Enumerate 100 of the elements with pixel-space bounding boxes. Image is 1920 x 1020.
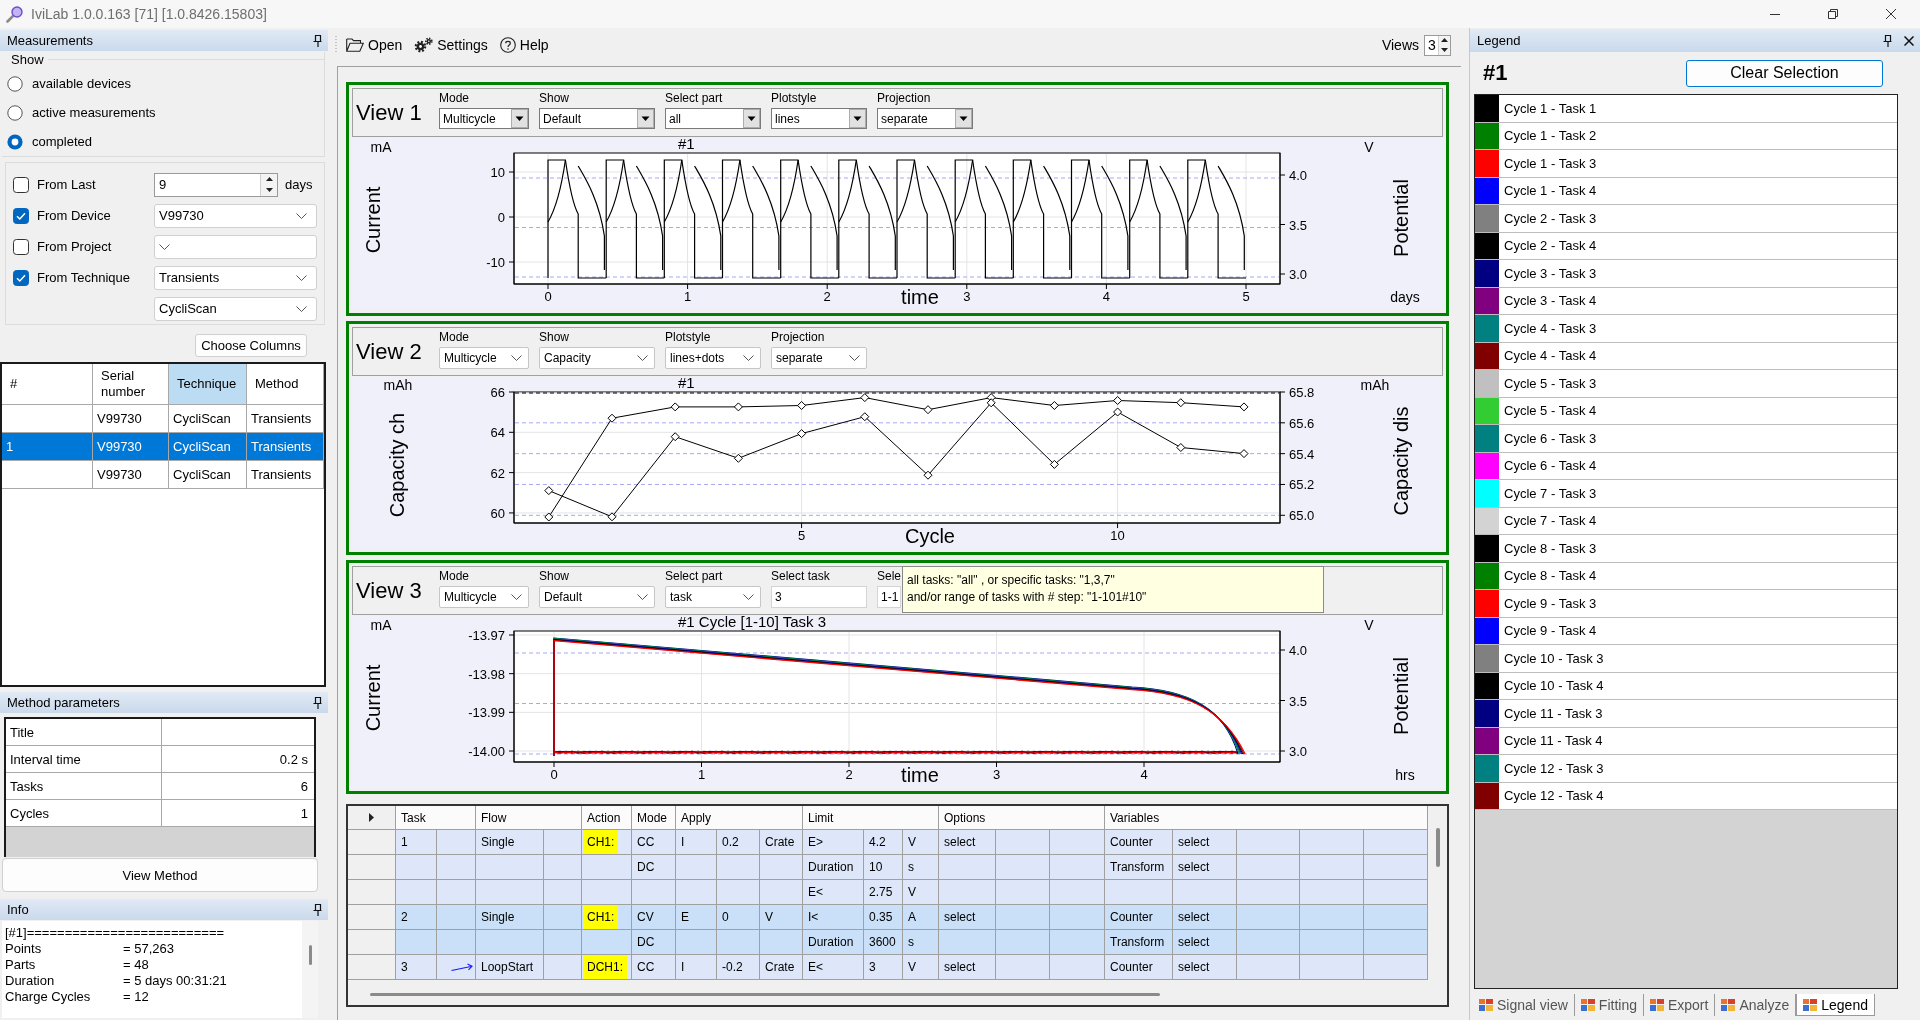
pin-icon[interactable] [313,903,322,916]
legend-item[interactable]: Cycle 4 - Task 4 [1475,342,1897,370]
table-cell: 3 [864,955,903,980]
legend-item[interactable]: Cycle 12 - Task 4 [1475,782,1897,810]
axis-title: Potential [1390,657,1412,735]
checkbox[interactable] [13,207,29,224]
dropdown[interactable]: CycliScan [154,296,317,321]
scrollbar-thumb[interactable] [308,945,312,965]
dropdown[interactable]: task [665,586,761,608]
scrollbar-track[interactable] [302,921,318,1018]
text-field[interactable]: 3 [771,586,867,608]
data-point [1239,449,1249,459]
tick-label: 65.0 [1289,508,1315,524]
column-header[interactable]: # [2,364,93,405]
legend-item[interactable]: Cycle 9 - Task 3 [1475,590,1897,618]
dropdown[interactable]: Transients [154,265,317,290]
dropdown[interactable]: all [665,108,761,129]
choose-columns-button[interactable]: Choose Columns [195,334,307,357]
tab[interactable]: Fitting [1574,994,1644,1016]
legend-item[interactable]: Cycle 7 - Task 4 [1475,507,1897,535]
legend-item[interactable]: Cycle 6 - Task 3 [1475,425,1897,453]
dropdown[interactable]: Default [539,586,655,608]
tab[interactable]: Signal view [1473,994,1575,1016]
column-header[interactable]: Technique [169,364,247,405]
table-row[interactable]: 2 Single CH1: CV E 0 V I< 0.35 A select Counter select [348,905,1428,930]
tick-label: 3 [963,289,971,304]
table-row[interactable]: E< 2.75 V [348,880,1428,905]
scrollbar-thumb[interactable] [1435,828,1440,867]
spin-up-button[interactable] [1439,35,1450,45]
legend-item[interactable]: Cycle 6 - Task 4 [1475,452,1897,480]
checkbox[interactable] [13,176,29,193]
radio-button[interactable] [7,133,23,150]
help-button[interactable]: Help [496,33,552,57]
spin-down-button[interactable] [1439,45,1450,55]
legend-item[interactable]: Cycle 2 - Task 4 [1475,232,1897,260]
checkbox[interactable] [13,269,29,286]
legend-item[interactable]: Cycle 9 - Task 4 [1475,617,1897,645]
pin-icon[interactable] [313,34,322,47]
legend-label: Cycle 5 - Task 4 [1504,402,1597,421]
scrollbar-thumb[interactable] [370,993,1160,996]
legend-item[interactable]: Cycle 1 - Task 4 [1475,177,1897,205]
close-icon[interactable] [1904,35,1914,46]
legend-item[interactable]: Cycle 2 - Task 3 [1475,205,1897,233]
legend-item[interactable]: Cycle 10 - Task 4 [1475,672,1897,700]
dropdown[interactable]: lines+dots [665,347,761,369]
pin-icon[interactable] [1883,34,1892,47]
legend-item[interactable]: Cycle 8 - Task 4 [1475,562,1897,590]
chevron-down-icon [849,355,860,361]
legend-item[interactable]: Cycle 5 - Task 4 [1475,397,1897,425]
legend-item[interactable]: Cycle 10 - Task 3 [1475,645,1897,673]
dropdown[interactable]: lines [771,108,867,129]
tab[interactable]: Export [1643,994,1716,1016]
chevron-down-icon [743,594,754,600]
legend-item[interactable]: Cycle 1 - Task 2 [1475,122,1897,150]
column-header[interactable]: Method [247,364,324,405]
legend-item[interactable]: Cycle 4 - Task 3 [1475,315,1897,343]
spin-up-button[interactable] [261,173,277,185]
views-spinner[interactable]: 3 [1424,34,1451,56]
table-row[interactable]: V99730 CycliScan Transients [2,461,324,489]
dropdown[interactable]: Default [539,108,655,129]
radio-button[interactable] [7,75,23,92]
dropdown[interactable]: Multicycle [439,586,529,608]
checkbox[interactable] [13,238,29,255]
table-row[interactable]: 1 V99730 CycliScan Transients [2,433,324,461]
dropdown[interactable]: Multicycle [439,347,529,369]
pin-icon[interactable] [313,696,322,709]
legend-item[interactable]: Cycle 3 - Task 4 [1475,287,1897,315]
open-button[interactable]: Open [343,33,406,57]
legend-item[interactable]: Cycle 5 - Task 3 [1475,370,1897,398]
radio-button[interactable] [7,104,23,121]
legend-item[interactable]: Cycle 8 - Task 3 [1475,535,1897,563]
table-row[interactable]: DC Duration 3600 s Transform select [348,930,1428,955]
text-field[interactable]: 1-1 [877,586,901,608]
tick-label: 65.4 [1289,446,1315,462]
dropdown[interactable]: separate [877,108,973,129]
clear-selection-button[interactable]: Clear Selection [1686,59,1883,87]
axis-title: Current [362,664,384,732]
view-method-button[interactable]: View Method [2,858,318,892]
table-row[interactable]: DC Duration 10 s Transform select [348,855,1428,880]
spin-down-button[interactable] [261,184,277,196]
table-row[interactable]: 3 LoopStart DCH1: CC I -0.2 Crate E< 3 V select Counter select [348,955,1428,980]
legend-item[interactable]: Cycle 11 - Task 4 [1475,727,1897,755]
legend-item[interactable]: Cycle 12 - Task 3 [1475,755,1897,783]
row-header[interactable] [348,806,396,830]
dropdown[interactable]: separate [771,347,867,369]
legend-item[interactable]: Cycle 7 - Task 3 [1475,480,1897,508]
tab[interactable]: Legend [1796,994,1875,1016]
dropdown[interactable]: Capacity [539,347,655,369]
info-key: Parts [5,957,123,973]
table-cell: V [903,955,939,980]
tiles-icon [1649,999,1664,1011]
legend-item[interactable]: Cycle 11 - Task 3 [1475,700,1897,728]
settings-button[interactable]: Settings [411,33,491,57]
legend-item[interactable]: Cycle 3 - Task 3 [1475,260,1897,288]
dropdown[interactable]: Multicycle [439,108,529,129]
dropdown[interactable]: V99730 [154,203,317,228]
legend-item[interactable]: Cycle 1 - Task 3 [1475,150,1897,178]
table-row[interactable]: 1 Single CH1: CC I 0.2 Crate E> 4.2 V select Counter select [348,830,1428,855]
legend-item[interactable]: Cycle 1 - Task 1 [1475,95,1897,123]
number-field[interactable]: 9 [154,172,278,197]
